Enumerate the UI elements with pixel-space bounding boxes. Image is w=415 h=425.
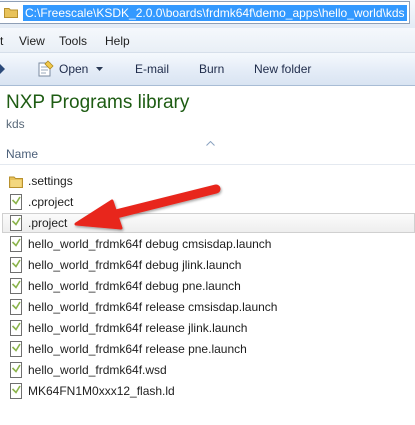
file-icon	[10, 278, 22, 294]
chevron-down-icon[interactable]	[96, 67, 103, 71]
explorer-window: C:\Freescale\KSDK_2.0.0\boards\frdmk64f\…	[0, 0, 415, 425]
file-name: .settings	[28, 174, 73, 188]
list-item[interactable]: hello_world_frdmk64f debug pne.launch	[2, 276, 415, 296]
file-icon	[10, 215, 22, 231]
folder-icon	[9, 176, 23, 188]
menu-help[interactable]: Help	[105, 34, 130, 48]
list-item[interactable]: .cproject	[2, 192, 415, 212]
file-name: hello_world_frdmk64f release jlink.launc…	[28, 321, 248, 335]
list-item[interactable]: hello_world_frdmk64f release cmsisdap.la…	[2, 297, 415, 317]
open-button[interactable]: Open	[59, 62, 88, 76]
list-item[interactable]: hello_world_frdmk64f debug jlink.launch	[2, 255, 415, 275]
file-name: .project	[28, 216, 68, 230]
file-icon	[10, 362, 22, 378]
file-name: hello_world_frdmk64f debug cmsisdap.laun…	[28, 237, 272, 251]
folder-icon	[4, 8, 18, 18]
address-field[interactable]: C:\Freescale\KSDK_2.0.0\boards\frdmk64f\…	[0, 1, 410, 24]
file-name: hello_world_frdmk64f release cmsisdap.la…	[28, 300, 278, 314]
file-name: MK64FN1M0xxx12_flash.ld	[28, 384, 175, 398]
email-button[interactable]: E-mail	[135, 62, 169, 76]
address-bar: C:\Freescale\KSDK_2.0.0\boards\frdmk64f\…	[0, 0, 415, 29]
file-icon	[10, 320, 22, 336]
column-header-name[interactable]: Name	[6, 147, 38, 161]
list-item[interactable]: hello_world_frdmk64f release jlink.launc…	[2, 318, 415, 338]
file-name: .cproject	[28, 195, 74, 209]
menu-view[interactable]: View	[19, 34, 45, 48]
file-name: hello_world_frdmk64f release pne.launch	[28, 342, 247, 356]
burn-button[interactable]: Burn	[199, 62, 224, 76]
menu-tools[interactable]: Tools	[59, 34, 87, 48]
address-path[interactable]: C:\Freescale\KSDK_2.0.0\boards\frdmk64f\…	[23, 5, 407, 21]
chevron-right-icon[interactable]	[0, 64, 6, 74]
list-item[interactable]: .settings	[2, 171, 415, 191]
list-item[interactable]: hello_world_frdmk64f debug cmsisdap.laun…	[2, 234, 415, 254]
file-name: hello_world_frdmk64f debug pne.launch	[28, 279, 241, 293]
sort-ascending-icon	[206, 141, 215, 146]
library-title: NXP Programs library	[6, 92, 190, 113]
list-item[interactable]: hello_world_frdmk64f.wsd	[2, 360, 415, 380]
column-divider	[0, 164, 415, 165]
menu-edit-partial[interactable]: t	[0, 34, 3, 48]
list-item-selected[interactable]: .project	[2, 213, 415, 233]
list-item[interactable]: MK64FN1M0xxx12_flash.ld	[2, 381, 415, 401]
file-icon	[10, 341, 22, 357]
file-icon	[10, 194, 22, 210]
library-subtitle: kds	[6, 117, 25, 131]
command-bar: Open E-mail Burn New folder	[0, 53, 415, 86]
file-name: hello_world_frdmk64f debug jlink.launch	[28, 258, 242, 272]
list-item[interactable]: hello_world_frdmk64f release pne.launch	[2, 339, 415, 359]
file-name: hello_world_frdmk64f.wsd	[28, 363, 167, 377]
file-icon	[10, 236, 22, 252]
open-icon	[38, 60, 54, 77]
file-icon	[10, 257, 22, 273]
menu-bar: t View Tools Help	[0, 28, 415, 53]
file-icon	[10, 383, 22, 399]
file-icon	[10, 299, 22, 315]
new-folder-button[interactable]: New folder	[254, 62, 311, 76]
